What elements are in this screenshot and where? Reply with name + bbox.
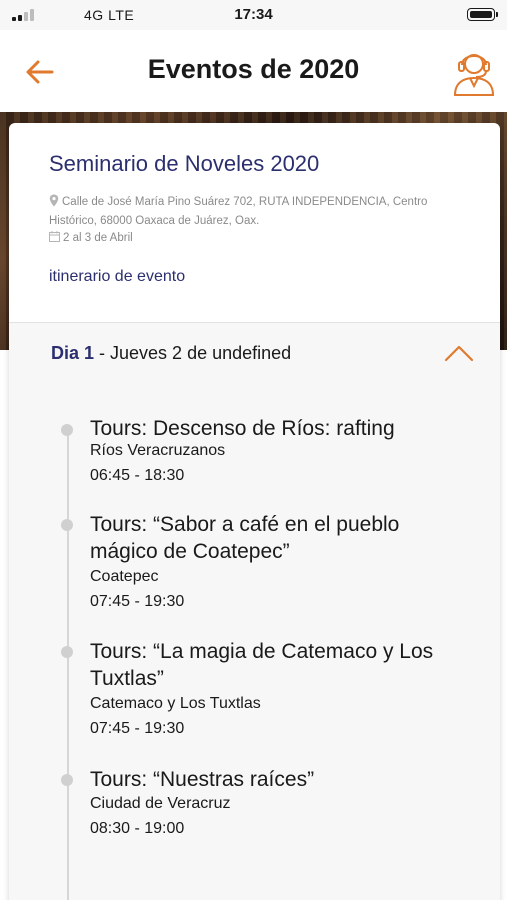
day-number: Dia 1 — [51, 343, 95, 363]
app-header: Eventos de 2020 — [0, 30, 507, 112]
battery-icon — [467, 8, 498, 21]
item-time: 06:45 - 18:30 — [90, 467, 185, 484]
event-dates: 2 al 3 de Abril — [49, 231, 133, 244]
timeline-dot — [61, 519, 73, 531]
event-card: Seminario de Noveles 2020 Calle de José … — [9, 123, 500, 900]
itinerary-link[interactable]: itinerario de evento — [49, 268, 185, 286]
item-place: Ríos Veracruzanos — [90, 442, 226, 459]
event-address-text: Calle de José María Pino Suárez 702, RUT… — [49, 196, 428, 227]
status-time: 17:34 — [234, 6, 273, 23]
day-toggle-header[interactable]: Dia 1 - Jueves 2 de undefined — [9, 323, 500, 385]
day-section: Dia 1 - Jueves 2 de undefined Tours: Des… — [9, 323, 500, 900]
timeline-dot — [61, 774, 73, 786]
chevron-up-icon — [444, 345, 474, 362]
day-label: Dia 1 - Jueves 2 de undefined — [51, 343, 291, 364]
item-time: 07:45 - 19:30 — [90, 720, 185, 737]
item-time: 07:45 - 19:30 — [90, 593, 185, 610]
day-date: - Jueves 2 de undefined — [94, 343, 292, 363]
item-title: Tours: “La magia de Catemaco y Los Tuxtl… — [90, 640, 434, 690]
event-address: Calle de José María Pino Suárez 702, RUT… — [49, 193, 469, 231]
event-dates-text: 2 al 3 de Abril — [63, 232, 133, 244]
status-bar: 4G LTE 17:34 — [0, 0, 507, 30]
item-place: Catemaco y Los Tuxtlas — [90, 695, 261, 712]
timeline-line — [67, 428, 69, 900]
item-title: Tours: “Nuestras raíces” — [90, 768, 315, 791]
map-pin-icon — [49, 194, 59, 207]
item-place: Ciudad de Veracruz — [90, 795, 231, 812]
item-time: 08:30 - 19:00 — [90, 820, 185, 837]
support-agent-icon — [453, 54, 495, 96]
page-title: Eventos de 2020 — [147, 54, 360, 84]
item-place: Coatepec — [90, 568, 159, 585]
item-title: Tours: “Sabor a café en el pueblo mágico… — [90, 513, 400, 563]
timeline-dot — [61, 424, 73, 436]
timeline-dot — [61, 646, 73, 658]
item-title: Tours: Descenso de Ríos: rafting — [90, 417, 395, 440]
event-title: Seminario de Noveles 2020 — [49, 151, 320, 176]
calendar-icon — [49, 231, 60, 242]
support-agent-button[interactable] — [451, 45, 497, 97]
